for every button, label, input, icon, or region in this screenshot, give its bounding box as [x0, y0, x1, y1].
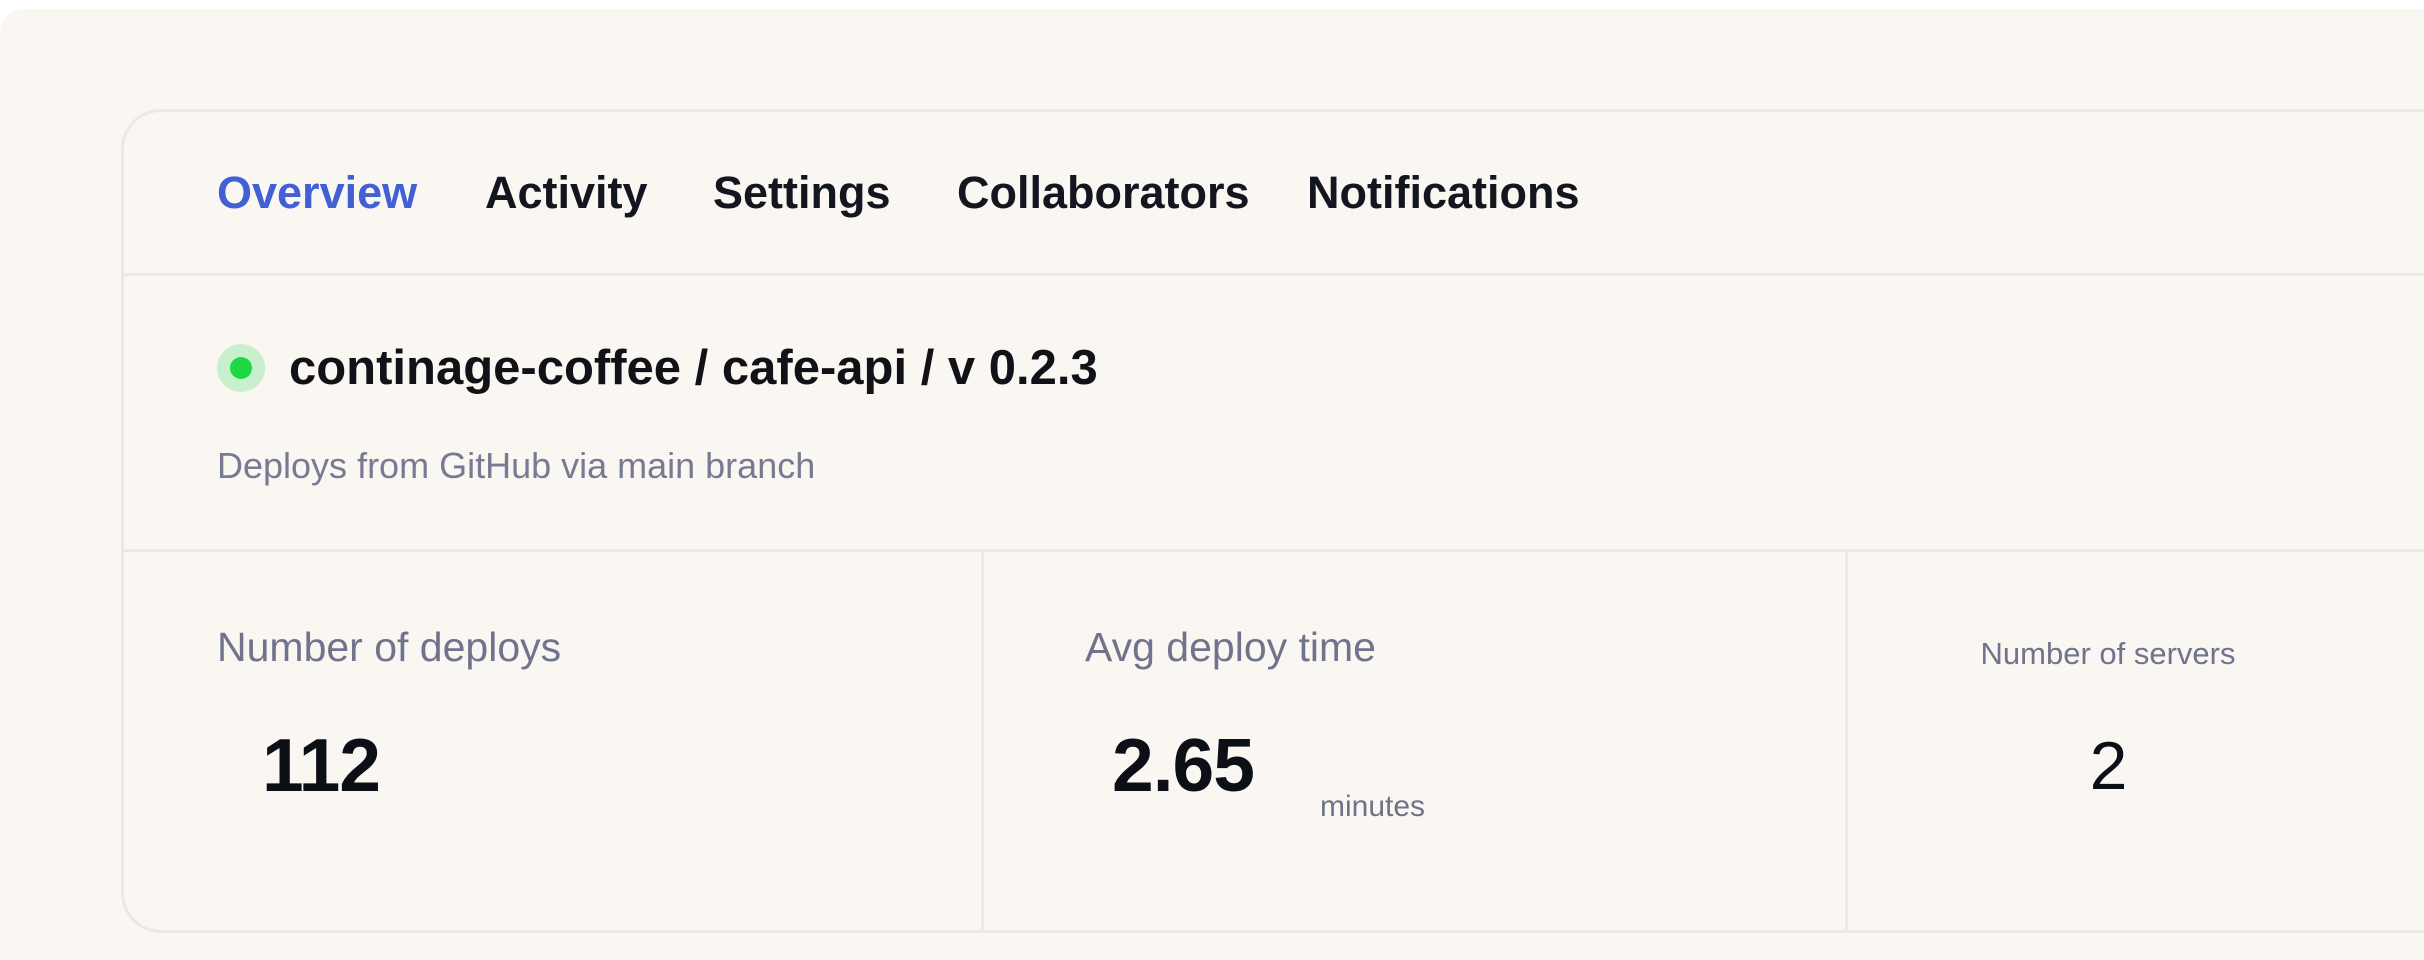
- stat-value: 2: [2089, 728, 2128, 804]
- repository-header: continage-coffee / cafe-api / v 0.2.3 De…: [124, 276, 2424, 552]
- repository-path: continage-coffee / cafe-api / v 0.2.3: [289, 341, 1098, 395]
- app-frame: Overview Activity Settings Collaborators…: [0, 9, 2424, 960]
- stat-label: Number of servers: [1980, 636, 2236, 671]
- stat-unit: minutes: [1320, 790, 1426, 823]
- stat-number-of-servers: Number of servers 2: [1848, 552, 2424, 930]
- deploy-source-text: Deploys from GitHub via main branch: [217, 445, 816, 486]
- status-indicator-icon: [217, 344, 265, 392]
- tab-collaborators[interactable]: Collaborators: [957, 112, 1250, 273]
- repository-card: Overview Activity Settings Collaborators…: [121, 109, 2424, 933]
- stat-value: 2.65: [1112, 723, 1255, 807]
- tab-settings[interactable]: Settings: [713, 112, 891, 273]
- tab-bar: Overview Activity Settings Collaborators…: [124, 112, 2424, 276]
- tab-notifications[interactable]: Notifications: [1307, 112, 1580, 273]
- stat-label: Number of deploys: [217, 624, 562, 670]
- stat-value: 112: [262, 723, 381, 807]
- tab-activity[interactable]: Activity: [485, 112, 648, 273]
- stat-avg-deploy-time: Avg deploy time 2.65 minutes: [984, 552, 1848, 930]
- status-dot-core: [230, 357, 252, 379]
- stats-row: Number of deploys 112 Avg deploy time 2.…: [124, 552, 2424, 930]
- tab-overview[interactable]: Overview: [217, 112, 417, 273]
- stat-label: Avg deploy time: [1085, 624, 1376, 670]
- stat-number-of-deploys: Number of deploys 112: [124, 552, 984, 930]
